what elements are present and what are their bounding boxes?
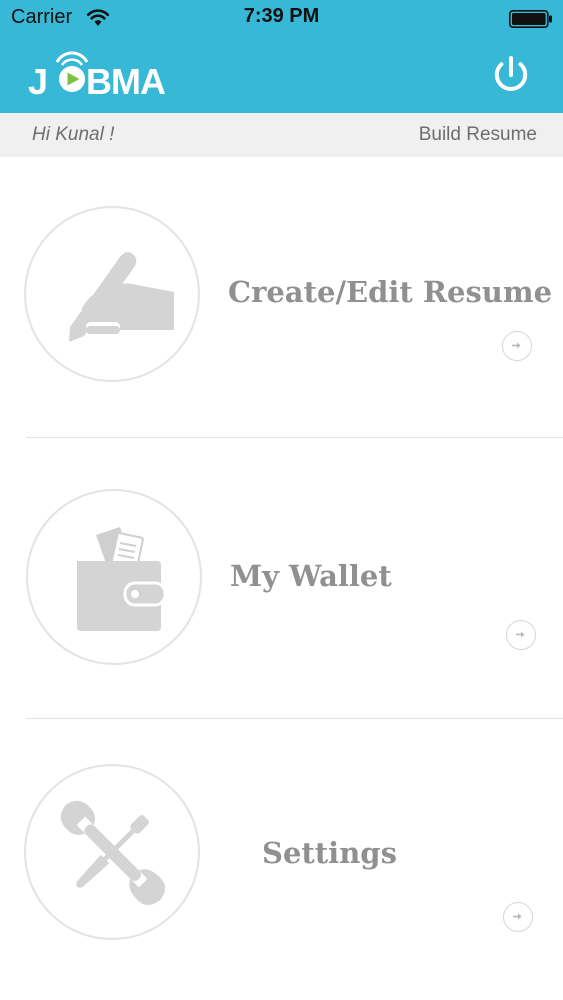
- svg-text:J: J: [28, 61, 47, 98]
- page-title: Build Resume: [418, 124, 537, 145]
- subheader-bar: Hi Kunal ! Build Resume: [0, 113, 563, 157]
- resume-icon-circle: [24, 206, 200, 382]
- tools-icon: [60, 800, 166, 906]
- battery-icon: [509, 10, 552, 28]
- jobma-logo: J BMA: [28, 51, 167, 98]
- wallet-arrow-button[interactable]: [506, 620, 536, 650]
- menu-label-settings: Settings: [262, 836, 397, 870]
- resume-arrow-button[interactable]: [502, 331, 532, 361]
- power-icon: [494, 56, 528, 91]
- app-screen: Carrier 7:39 PM J BMA Hi Kunal ! Build R…: [0, 0, 563, 1000]
- power-button[interactable]: [490, 53, 532, 95]
- wallet-icon: [77, 527, 167, 631]
- pen-hand-icon: [69, 251, 174, 342]
- menu-item-settings[interactable]: Settings: [0, 719, 563, 1000]
- menu-label-create-edit-resume: Create/Edit Resume: [228, 275, 553, 309]
- settings-icon-circle: [24, 764, 200, 940]
- menu-label-my-wallet: My Wallet: [230, 559, 392, 593]
- status-bar: Carrier 7:39 PM: [0, 0, 563, 38]
- app-header: Carrier 7:39 PM J BMA: [0, 0, 563, 113]
- user-greeting: Hi Kunal !: [32, 124, 115, 145]
- menu-item-create-edit-resume[interactable]: Create/Edit Resume: [0, 157, 563, 439]
- arrow-right-icon: [513, 913, 522, 920]
- wallet-icon-circle: [26, 489, 202, 665]
- settings-arrow-button[interactable]: [503, 902, 533, 932]
- clock-time: 7:39 PM: [243, 5, 320, 27]
- menu-item-my-wallet[interactable]: My Wallet: [0, 438, 563, 720]
- arrow-right-icon: [512, 342, 521, 349]
- svg-text:BMA: BMA: [86, 61, 166, 98]
- arrow-right-icon: [516, 631, 525, 638]
